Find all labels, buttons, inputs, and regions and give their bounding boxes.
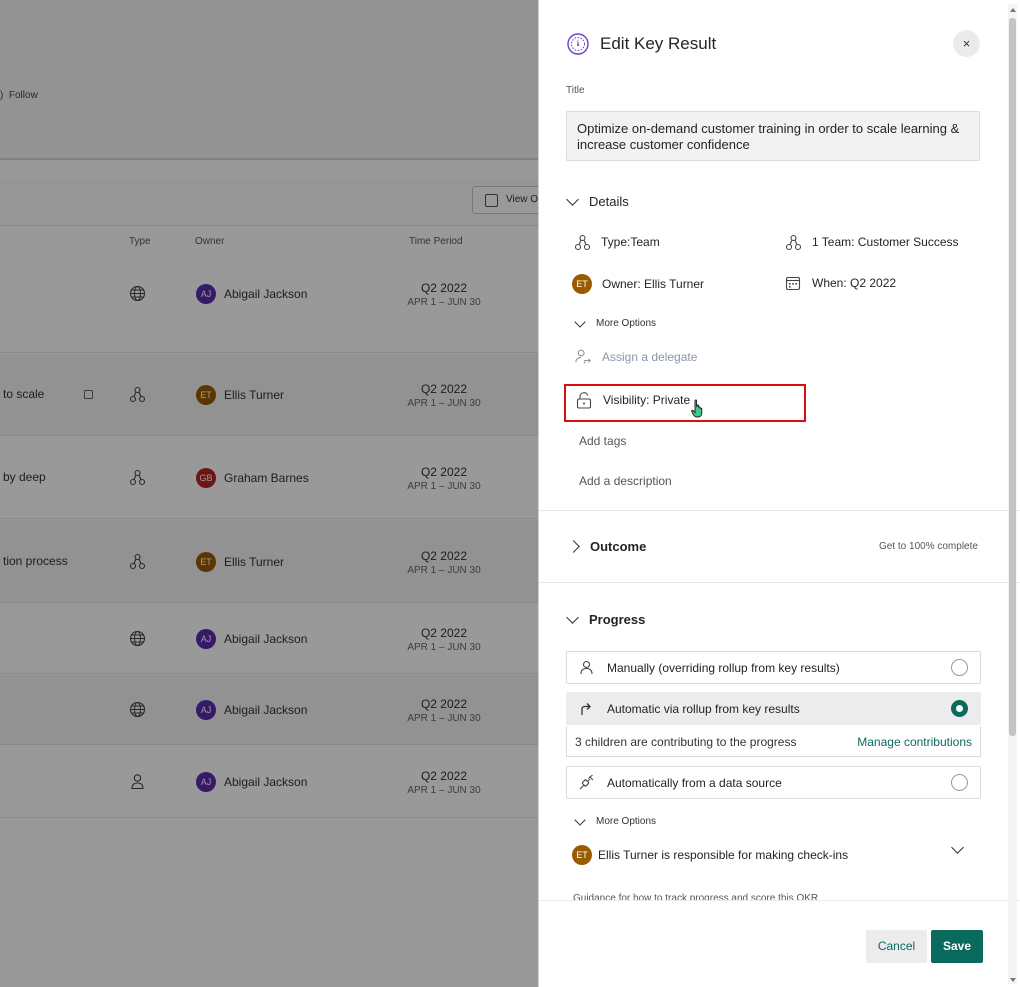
details-more-options-toggle[interactable]: More Options bbox=[574, 315, 657, 329]
progress-option-rollup[interactable]: Automatic via rollup from key results bbox=[566, 692, 981, 725]
owner-value: Owner: Ellis Turner bbox=[602, 277, 705, 291]
title-label: Title bbox=[566, 85, 585, 96]
progress-header: Progress bbox=[589, 612, 646, 627]
scrollbar-thumb[interactable] bbox=[1009, 18, 1016, 736]
option-label: Automatically from a data source bbox=[607, 775, 782, 790]
key-result-icon bbox=[567, 33, 589, 55]
contributions-text: 3 children are contributing to the progr… bbox=[575, 735, 797, 749]
radio-button[interactable] bbox=[951, 659, 968, 676]
assign-delegate-field[interactable]: Assign a delegate bbox=[574, 348, 697, 366]
hand-cursor-icon bbox=[691, 399, 703, 418]
assign-delegate-link: Assign a delegate bbox=[602, 350, 698, 364]
cancel-button[interactable]: Cancel bbox=[866, 930, 927, 963]
chevron-down-icon bbox=[574, 813, 586, 826]
progress-more-options-toggle[interactable]: More Options bbox=[574, 813, 657, 827]
outcome-section-toggle[interactable]: Outcome bbox=[567, 539, 647, 554]
calendar-icon bbox=[784, 274, 802, 292]
scroll-down-arrow-icon[interactable] bbox=[1010, 978, 1016, 982]
more-options-label: More Options bbox=[596, 318, 657, 329]
chevron-down-icon bbox=[574, 315, 586, 328]
avatar: ET bbox=[572, 274, 592, 294]
outcome-note: Get to 100% complete bbox=[879, 541, 978, 552]
panel-footer: Cancel Save bbox=[539, 900, 1020, 987]
team-value: 1 Team: Customer Success bbox=[812, 235, 959, 249]
radio-button[interactable] bbox=[951, 774, 968, 791]
checkins-text: Ellis Turner is responsible for making c… bbox=[598, 848, 849, 862]
chevron-down-icon bbox=[566, 611, 579, 624]
option-label: Automatic via rollup from key results bbox=[607, 701, 800, 716]
progress-option-data-source[interactable]: Automatically from a data source bbox=[566, 766, 981, 799]
edit-key-result-panel: Edit Key Result × Title Optimize on-dema… bbox=[538, 0, 1020, 987]
divider bbox=[539, 510, 1020, 511]
arrow-turn-icon bbox=[577, 700, 595, 718]
option-label: Manually (overriding rollup from key res… bbox=[607, 660, 840, 675]
chevron-down-icon bbox=[566, 193, 579, 206]
panel-scrollbar[interactable] bbox=[1008, 4, 1017, 984]
avatar: ET bbox=[572, 845, 592, 865]
modal-overlay[interactable] bbox=[0, 0, 540, 987]
save-button[interactable]: Save bbox=[931, 930, 983, 963]
radio-button-selected[interactable] bbox=[951, 700, 968, 717]
scroll-up-arrow-icon[interactable] bbox=[1010, 8, 1016, 12]
contributions-row: 3 children are contributing to the progr… bbox=[566, 726, 981, 757]
details-header: Details bbox=[589, 194, 629, 209]
more-options-label: More Options bbox=[596, 816, 657, 827]
add-tags-link[interactable]: Add tags bbox=[579, 434, 626, 448]
team-icon bbox=[573, 233, 591, 251]
team-icon bbox=[784, 233, 802, 251]
chevron-right-icon bbox=[567, 540, 580, 553]
outcome-header: Outcome bbox=[590, 539, 647, 554]
chevron-down-icon[interactable] bbox=[951, 841, 964, 854]
checkins-responsible-field[interactable]: ET Ellis Turner is responsible for makin… bbox=[572, 845, 848, 865]
panel-header: Edit Key Result bbox=[566, 32, 716, 56]
divider bbox=[539, 582, 1020, 583]
progress-section-toggle[interactable]: Progress bbox=[566, 611, 646, 627]
when-value: When: Q2 2022 bbox=[812, 276, 897, 290]
add-description-link[interactable]: Add a description bbox=[579, 474, 672, 488]
progress-option-manual[interactable]: Manually (overriding rollup from key res… bbox=[566, 651, 981, 684]
close-button[interactable]: × bbox=[953, 30, 980, 57]
type-field[interactable]: Type:Team bbox=[573, 233, 660, 251]
details-section-toggle[interactable]: Details bbox=[566, 193, 629, 209]
person-icon bbox=[577, 659, 595, 677]
panel-title: Edit Key Result bbox=[600, 34, 717, 53]
type-value: Type:Team bbox=[601, 235, 660, 249]
team-field[interactable]: 1 Team: Customer Success bbox=[784, 233, 959, 251]
when-field[interactable]: When: Q2 2022 bbox=[784, 274, 896, 292]
manage-contributions-link[interactable]: Manage contributions bbox=[857, 735, 972, 749]
owner-field[interactable]: ET Owner: Ellis Turner bbox=[572, 274, 704, 294]
delegate-icon bbox=[574, 348, 592, 366]
plug-icon bbox=[577, 774, 595, 792]
visibility-highlight-box bbox=[564, 384, 806, 422]
title-input[interactable]: Optimize on-demand customer training in … bbox=[566, 111, 980, 161]
